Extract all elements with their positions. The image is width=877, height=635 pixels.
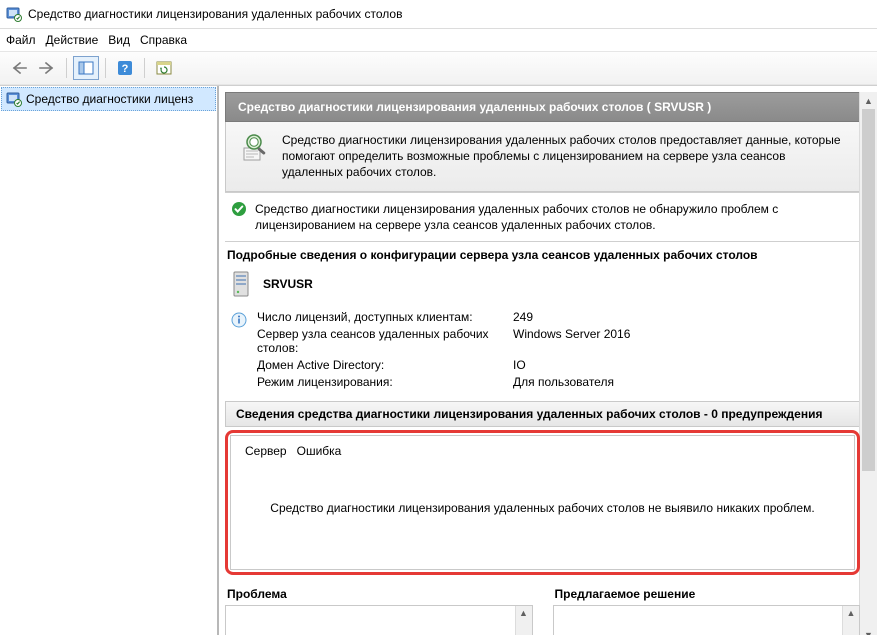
help-icon: ? — [117, 60, 133, 76]
domain-value: IO — [513, 358, 630, 372]
content-header-text: Средство диагностики лицензирования удал… — [238, 100, 711, 114]
diag-columns: Сервер Ошибка — [231, 436, 854, 458]
tree-item-root[interactable]: Средство диагностики лиценз — [1, 87, 216, 111]
toggle-tree-button[interactable] — [73, 56, 99, 80]
tree-item-label: Средство диагностики лиценз — [26, 92, 193, 106]
mode-value: Для пользователя — [513, 375, 630, 389]
nav-forward-button[interactable] — [34, 56, 60, 80]
scroll-up-icon: ▲ — [860, 92, 877, 109]
scroll-up-icon: ▲ — [843, 606, 859, 621]
refresh-view-icon — [156, 61, 172, 75]
server-icon — [231, 270, 253, 298]
info-grid: Число лицензий, доступных клиентам: 249 … — [257, 310, 630, 389]
column-error[interactable]: Ошибка — [297, 444, 342, 458]
diag-box: Сервер Ошибка Средство диагностики лицен… — [225, 430, 860, 575]
intro-box: Средство диагностики лицензирования удал… — [225, 122, 860, 192]
menu-help[interactable]: Справка — [140, 33, 187, 47]
tree-panel: Средство диагностики лиценз — [0, 86, 219, 635]
info-block: Число лицензий, доступных клиентам: 249 … — [225, 310, 860, 389]
diag-band: Сведения средства диагностики лицензиров… — [225, 401, 860, 427]
menu-file[interactable]: Файл — [6, 33, 36, 47]
check-circle-icon — [231, 201, 247, 217]
window-title: Средство диагностики лицензирования удал… — [28, 7, 402, 21]
bottom-columns: Проблема ▲ ▼ Предлагаемое решение — [225, 587, 860, 635]
solution-heading: Предлагаемое решение — [553, 587, 861, 601]
toolbar: ? — [0, 51, 877, 85]
intro-text: Средство диагностики лицензирования удал… — [282, 132, 845, 181]
app-icon — [6, 91, 22, 107]
solution-box: ▲ ▼ — [553, 605, 861, 635]
arrow-left-icon — [11, 62, 27, 74]
server-row: SRVUSR — [225, 270, 860, 298]
help-button[interactable]: ? — [112, 56, 138, 80]
mode-label: Режим лицензирования: — [257, 375, 497, 389]
content-header: Средство диагностики лицензирования удал… — [225, 92, 860, 122]
scroll-up-icon: ▲ — [516, 606, 532, 621]
status-row: Средство диагностики лицензирования удал… — [225, 193, 860, 241]
column-server[interactable]: Сервер — [245, 444, 287, 458]
status-text: Средство диагностики лицензирования удал… — [255, 201, 860, 233]
diag-list: Сервер Ошибка Средство диагностики лицен… — [230, 435, 855, 570]
toolbar-separator — [144, 58, 145, 78]
menu-bar: Файл Действие Вид Справка — [0, 29, 877, 51]
toolbar-separator — [105, 58, 106, 78]
vertical-scrollbar[interactable]: ▲ ▼ — [515, 606, 532, 635]
main-panel: ▲ ▼ Средство диагностики лицензирования … — [219, 86, 877, 635]
toolbar-separator — [66, 58, 67, 78]
server-name: SRVUSR — [263, 277, 313, 291]
licenses-value: 249 — [513, 310, 630, 324]
diag-band-text: Сведения средства диагностики лицензиров… — [236, 407, 822, 421]
problem-column: Проблема ▲ ▼ — [225, 587, 533, 635]
nav-back-button[interactable] — [6, 56, 32, 80]
menu-action[interactable]: Действие — [46, 33, 99, 47]
domain-label: Домен Active Directory: — [257, 358, 497, 372]
solution-column: Предлагаемое решение ▲ ▼ — [553, 587, 861, 635]
scroll-down-icon: ▼ — [860, 626, 877, 635]
scroll-thumb[interactable] — [862, 109, 875, 471]
info-icon — [231, 312, 247, 328]
layout: Средство диагностики лиценз ▲ ▼ Средство… — [0, 85, 877, 635]
host-value: Windows Server 2016 — [513, 327, 630, 355]
vertical-scrollbar[interactable]: ▲ ▼ — [842, 606, 859, 635]
problem-box: ▲ ▼ — [225, 605, 533, 635]
refresh-button[interactable] — [151, 56, 177, 80]
arrow-right-icon — [39, 62, 55, 74]
host-label: Сервер узла сеансов удаленных рабочих ст… — [257, 327, 497, 355]
magnifier-icon — [240, 132, 272, 164]
problem-heading: Проблема — [225, 587, 533, 601]
app-icon — [6, 6, 22, 22]
licenses-label: Число лицензий, доступных клиентам: — [257, 310, 497, 324]
svg-text:?: ? — [122, 63, 129, 75]
vertical-scrollbar[interactable]: ▲ ▼ — [859, 92, 877, 635]
title-bar: Средство диагностики лицензирования удал… — [0, 0, 877, 29]
panel-icon — [78, 61, 94, 75]
details-heading: Подробные сведения о конфигурации сервер… — [225, 242, 860, 270]
diag-message: Средство диагностики лицензирования удал… — [231, 501, 854, 515]
menu-view[interactable]: Вид — [108, 33, 130, 47]
content: Средство диагностики лицензирования удал… — [225, 92, 860, 635]
